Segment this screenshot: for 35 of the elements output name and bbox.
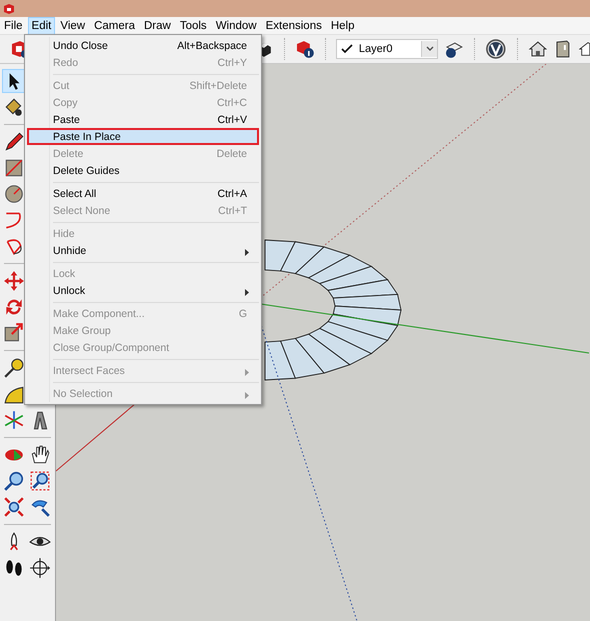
- scale-icon[interactable]: [3, 322, 25, 344]
- menu-entry[interactable]: Paste In Place: [27, 128, 259, 145]
- menu-item[interactable]: Draw: [140, 16, 175, 34]
- zoom-extents-icon[interactable]: [3, 496, 25, 518]
- app-logo-icon: [3, 2, 15, 14]
- zoom-icon[interactable]: [3, 470, 25, 492]
- hand-icon[interactable]: [29, 444, 51, 466]
- tape-measure-icon[interactable]: [3, 357, 25, 379]
- menu-entry[interactable]: Paste Ctrl+V: [27, 111, 259, 128]
- menu-entry[interactable]: Delete Guides: [27, 162, 259, 179]
- model-info-icon[interactable]: [295, 38, 315, 60]
- pencil-icon[interactable]: [3, 131, 25, 153]
- menu-item[interactable]: Camera: [90, 16, 139, 34]
- axes-icon[interactable]: [3, 409, 25, 431]
- select-icon[interactable]: [3, 70, 25, 92]
- menu-entry[interactable]: Undo Close Alt+Backspace: [27, 37, 259, 54]
- move-icon[interactable]: [3, 270, 25, 292]
- menu-item[interactable]: Edit: [28, 16, 56, 34]
- menu-item[interactable]: File: [0, 16, 27, 34]
- section-icon[interactable]: [29, 557, 51, 579]
- rectangle-icon[interactable]: [3, 157, 25, 179]
- menu-entry[interactable]: Unhide: [27, 242, 259, 259]
- menu-entry[interactable]: Unlock: [27, 282, 259, 299]
- menu-item[interactable]: Extensions: [262, 16, 326, 34]
- circle-icon[interactable]: [3, 183, 25, 205]
- chevron-down-icon: [426, 46, 434, 52]
- menu-item[interactable]: Help: [326, 16, 359, 34]
- zoom-window-icon[interactable]: [29, 470, 51, 492]
- menu-item[interactable]: View: [56, 16, 90, 34]
- layer-dropdown[interactable]: Layer0: [336, 39, 438, 59]
- menu-item[interactable]: Window: [212, 16, 261, 34]
- styles-icon[interactable]: [484, 37, 507, 61]
- menu-item[interactable]: Tools: [176, 16, 211, 34]
- menu-entry[interactable]: Select All Ctrl+A: [27, 185, 259, 202]
- check-icon: [340, 44, 353, 54]
